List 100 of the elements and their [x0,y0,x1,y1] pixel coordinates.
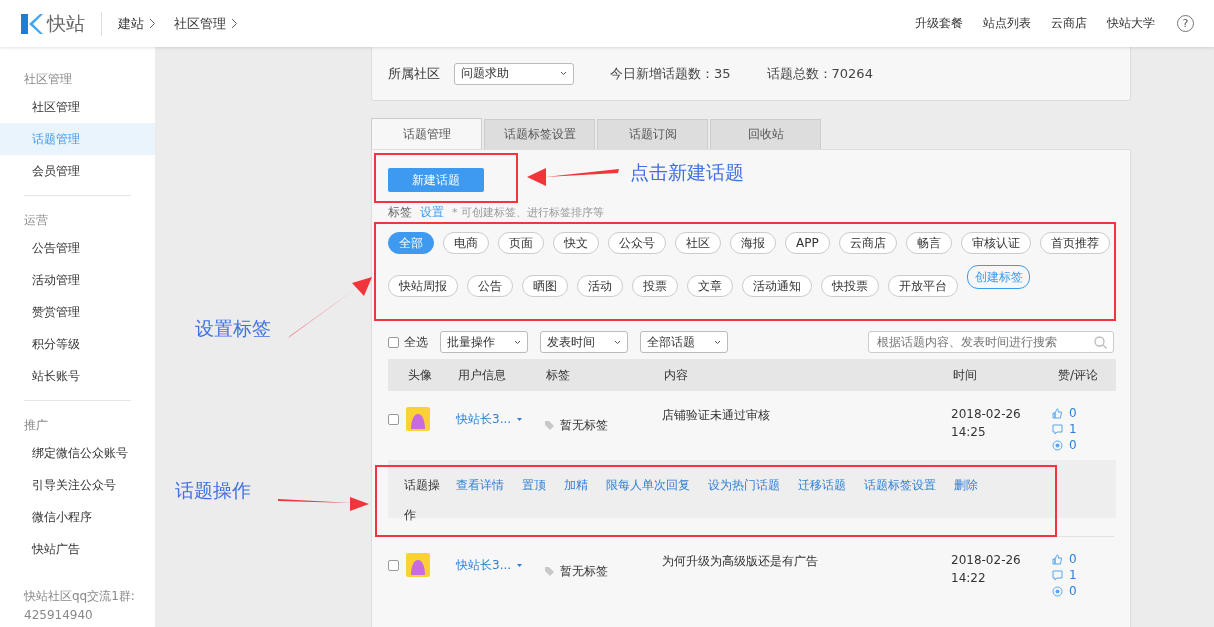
tag-chip[interactable]: 云商店 [838,232,897,254]
action-link[interactable]: 查看详情 [456,470,504,500]
sidebar-item[interactable]: 赞赏管理 [0,296,155,328]
comment-icon [1052,423,1063,435]
tag-chip[interactable]: 快投票 [821,275,879,297]
action-link[interactable]: 话题标签设置 [864,470,936,500]
topic-content: 店铺验证未通过审核 [662,407,771,424]
search-icon [1094,335,1107,349]
caret-icon [614,339,621,345]
tag-chip[interactable]: 晒图 [522,275,568,297]
tag-text: 暂无标签 [560,563,608,580]
chevron-icon [149,18,156,29]
thumbs-up-icon [1052,407,1063,419]
tag-label: 标签 [388,203,412,221]
tag-text: 暂无标签 [560,417,608,434]
filter-select[interactable]: 批量操作 [440,331,528,353]
tag-chip[interactable]: 海报 [730,232,776,254]
tag-chip[interactable]: 畅言 [905,232,952,254]
caret-icon [517,418,523,421]
community-label: 所属社区 [388,64,440,83]
chevron-icon [231,18,238,29]
today-count: 今日新增话题数：35 [610,64,731,83]
caret-icon [517,564,523,567]
sidebar-item[interactable]: 快站广告 [0,533,155,565]
caret-icon [560,71,567,76]
tag-chip[interactable]: APP [785,232,830,254]
row-checkbox[interactable] [388,414,399,425]
tag-chip[interactable]: 首页推荐 [1039,232,1110,254]
tag-chip[interactable]: 快站周报 [388,275,458,297]
sidebar-item[interactable]: 微信小程序 [0,501,155,533]
filter-select[interactable]: 全部话题 [640,331,728,353]
post-time: 2018-02-26 14:22 [951,552,1022,587]
tab[interactable]: 回收站 [710,119,821,149]
reward-count: 0 [1069,437,1077,453]
community-select[interactable]: 问题求助 [454,62,574,85]
like-count: 0 [1069,405,1077,421]
tag-chip[interactable]: 公众号 [608,232,666,254]
column-header: 时间 [952,366,978,384]
tag-chip[interactable]: 文章 [687,275,733,297]
topic-content: 为何升级为高级版还是有广告 [662,553,819,570]
tag-chip[interactable]: 开放平台 [888,275,958,297]
sidebar-item[interactable]: 社区管理 [0,91,155,123]
total-count: 话题总数：70264 [766,64,873,83]
action-link[interactable]: 设为热门话题 [708,470,780,500]
annotation-text: 设置标签 [195,316,271,341]
tag-icon [544,420,555,431]
caret-icon [714,339,721,345]
comment-icon [1052,569,1063,581]
comment-count: 1 [1069,421,1077,437]
user-link[interactable]: 快站长3... [456,411,544,428]
sidebar-item[interactable]: 站长账号 [0,360,155,392]
select-all-checkbox[interactable]: 全选 [388,333,428,351]
logo-text: 快站 [47,10,85,36]
qq-group-text: 快站社区qq交流1群: 425914940 [23,588,136,624]
sidebar-item[interactable]: 会员管理 [0,155,155,187]
tag-chip[interactable]: 社区 [675,232,721,254]
sidebar-item[interactable]: 引导关注公众号 [0,469,155,501]
action-link[interactable]: 删除 [954,470,978,500]
nav-link[interactable]: 快站大学 [1107,15,1155,32]
section-title: 推广 [23,417,49,434]
tag-hint-text: * 可创建标签、进行标签排序等 [452,204,604,220]
filter-select[interactable]: 发表时间 [540,331,628,353]
tag-chip[interactable]: 快文 [553,232,599,254]
section-title: 运营 [23,212,49,229]
tag-icon [544,566,555,577]
nav-link[interactable]: 站点列表 [983,15,1031,32]
tab[interactable]: 话题订阅 [597,119,708,149]
tag-chip[interactable]: 活动 [577,275,623,297]
reward-icon [1052,585,1063,597]
reward-count: 0 [1069,583,1077,599]
action-link[interactable]: 置顶 [522,470,546,500]
nav-link[interactable]: 云商店 [1051,15,1087,32]
search-field[interactable]: 根据话题内容、发表时间进行搜索 [868,331,1114,353]
like-count: 0 [1069,551,1077,567]
action-link[interactable]: 限每人单次回复 [606,470,690,500]
tag-chip[interactable]: 页面 [498,232,544,254]
sidebar-item[interactable]: 积分等级 [0,328,155,360]
nav-link[interactable]: 升级套餐 [915,15,963,32]
tab[interactable]: 话题标签设置 [484,119,595,149]
sidebar-item[interactable]: 活动管理 [0,264,155,296]
annotation-text: 点击新建话题 [630,160,744,185]
tag-chip[interactable]: 审核认证 [960,232,1031,254]
tag-chip[interactable]: 投票 [632,275,678,297]
breadcrumb-link[interactable]: 建站 [118,14,156,33]
avatar-icon [406,553,430,577]
sidebar-item[interactable]: 绑定微信公众账号 [0,437,155,469]
tag-chip[interactable]: 电商 [443,232,489,254]
tag-chip[interactable]: 公告 [467,275,513,297]
tag-chip[interactable]: 活动通知 [742,275,812,297]
thumbs-up-icon [1052,553,1063,565]
action-link[interactable]: 加精 [564,470,588,500]
column-header: 标签 [545,366,571,384]
row-checkbox[interactable] [388,560,399,571]
action-link[interactable]: 迁移话题 [798,470,846,500]
breadcrumb-link[interactable]: 社区管理 [174,14,238,33]
avatar-icon [406,407,430,431]
sidebar-item[interactable]: 公告管理 [0,232,155,264]
user-link[interactable]: 快站长3... [456,557,544,574]
tab[interactable]: 话题管理 [371,118,482,149]
annotation-text: 话题操作 [175,478,251,503]
